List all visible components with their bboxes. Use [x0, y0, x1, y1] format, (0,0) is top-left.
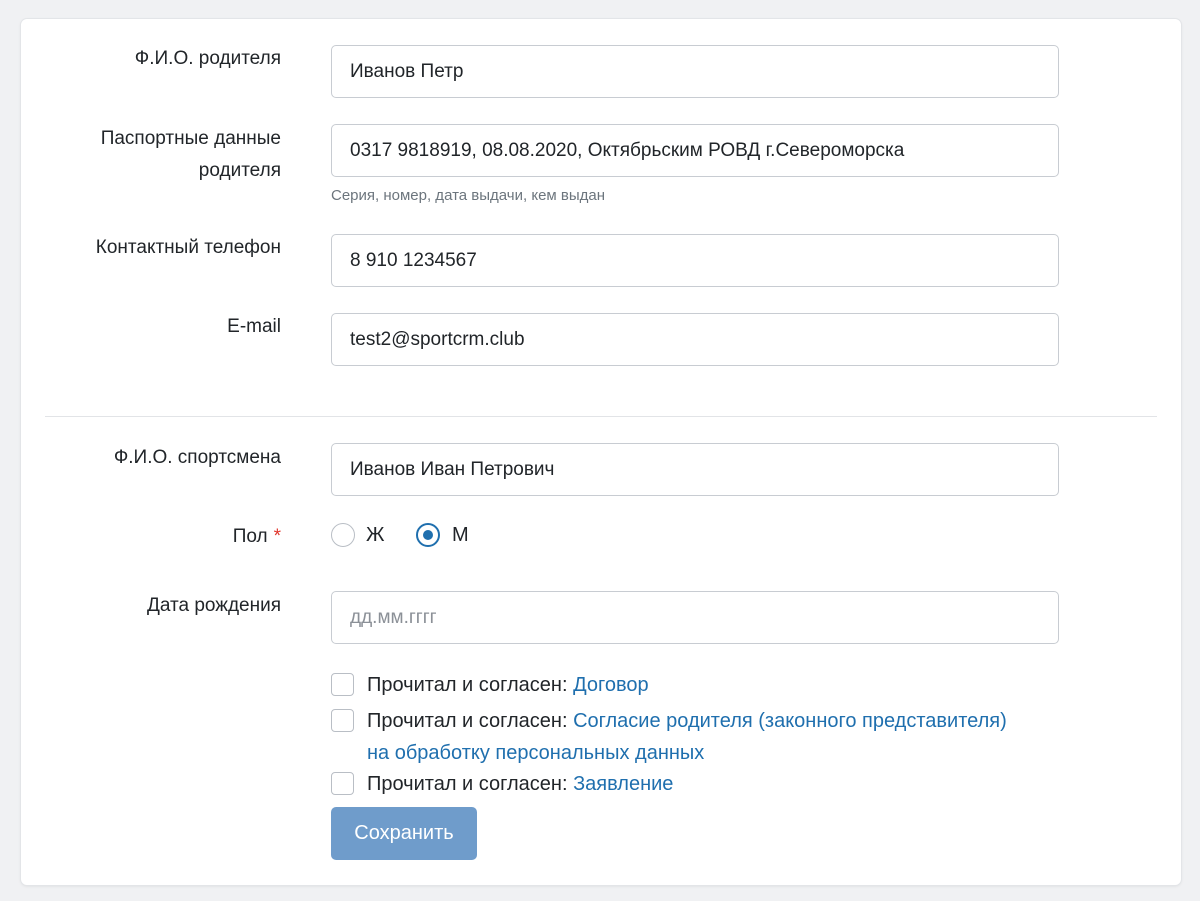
- required-asterisk: *: [273, 526, 281, 547]
- phone-input[interactable]: [331, 234, 1059, 287]
- passport-label: Паспортные данные родителя: [101, 123, 281, 187]
- agreement-checkbox-contract[interactable]: [331, 673, 354, 696]
- agreement-prefix: Прочитал и согласен:: [367, 773, 568, 795]
- passport-help-text: Серия, номер, дата выдачи, кем выдан: [331, 187, 606, 204]
- application-link[interactable]: Заявление: [573, 773, 673, 795]
- section-divider: [45, 416, 1157, 417]
- agreement-checkbox-application[interactable]: [331, 772, 354, 795]
- parent-name-input[interactable]: [331, 45, 1059, 98]
- gender-option-female-label[interactable]: Ж: [366, 521, 384, 549]
- consent-link-line2[interactable]: на обработку персональных данных: [367, 742, 704, 764]
- athlete-name-input[interactable]: [331, 443, 1059, 496]
- agreement-prefix: Прочитал и согласен:: [367, 674, 568, 696]
- radio-selected-dot: [423, 530, 433, 540]
- passport-input[interactable]: [331, 124, 1059, 177]
- save-button[interactable]: Сохранить: [331, 807, 477, 860]
- athlete-name-label: Ф.И.О. спортсмена: [113, 447, 281, 468]
- gender-label: Пол *: [233, 521, 281, 553]
- phone-label: Контактный телефон: [95, 237, 281, 258]
- email-label: E-mail: [227, 316, 281, 337]
- agreement-application-text: Прочитал и согласен: Заявление: [367, 768, 673, 800]
- passport-label-line2: родителя: [198, 160, 281, 181]
- agreement-prefix: Прочитал и согласен:: [367, 710, 568, 732]
- agreement-consent-text-line2: на обработку персональных данных: [367, 737, 704, 769]
- birth-date-input[interactable]: [331, 591, 1059, 644]
- registration-form-card: Ф.И.О. родителя Паспортные данные родите…: [21, 19, 1181, 885]
- agreement-contract-text: Прочитал и согласен: Договор: [367, 669, 649, 701]
- gender-radio-female[interactable]: [331, 523, 355, 547]
- contract-link[interactable]: Договор: [573, 674, 649, 696]
- agreement-checkbox-consent[interactable]: [331, 709, 354, 732]
- consent-link[interactable]: Согласие родителя (законного представите…: [573, 710, 1007, 732]
- agreement-consent-text: Прочитал и согласен: Согласие родителя (…: [367, 705, 1007, 737]
- passport-label-line1: Паспортные данные: [100, 128, 281, 149]
- gender-option-male-label[interactable]: М: [452, 521, 469, 549]
- birth-date-label: Дата рождения: [146, 595, 281, 616]
- email-input[interactable]: [331, 313, 1059, 366]
- gender-radio-male[interactable]: [416, 523, 440, 547]
- gender-label-text: Пол: [232, 526, 268, 547]
- parent-name-label: Ф.И.О. родителя: [134, 48, 281, 69]
